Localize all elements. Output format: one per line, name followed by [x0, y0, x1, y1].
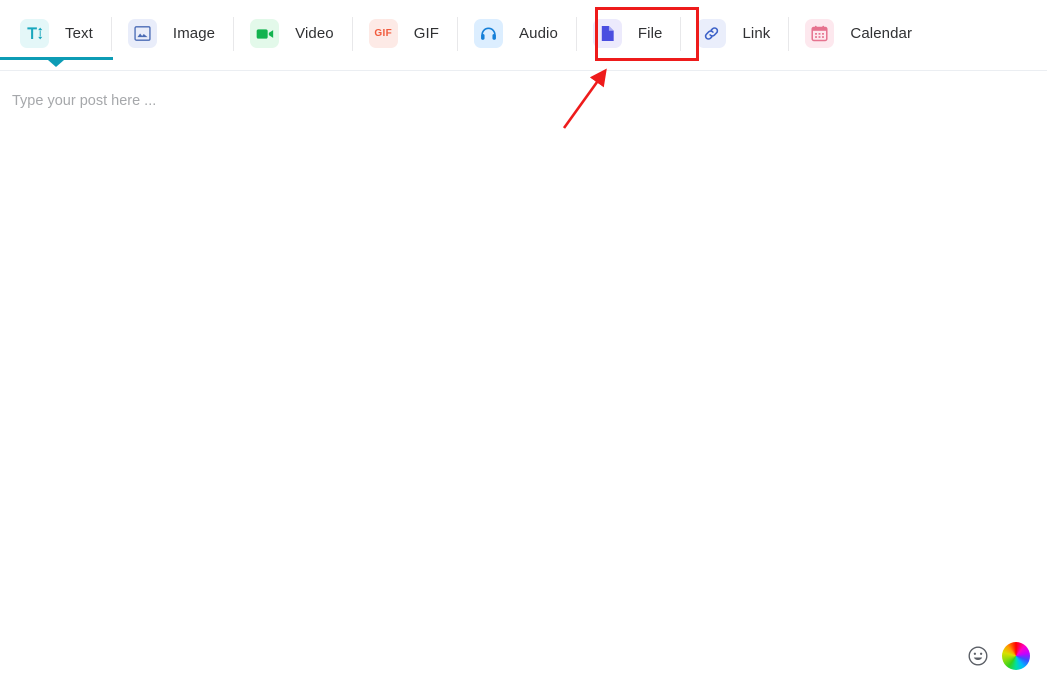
tab-calendar[interactable]: Calendar: [795, 11, 924, 57]
tab-video-label: Video: [295, 25, 334, 42]
tab-video[interactable]: Video: [240, 11, 346, 57]
toolbar-separator: [457, 16, 459, 51]
toolbar-separator: [233, 16, 235, 51]
tab-link-label: Link: [742, 25, 771, 42]
tab-text-label: Text: [65, 25, 93, 42]
tab-gif-label: GIF: [413, 25, 440, 42]
toolbar-separator: [575, 16, 577, 51]
toolbar-separator: [351, 16, 353, 51]
active-tab-caret: [48, 60, 64, 67]
tab-audio-label: Audio: [519, 25, 558, 42]
gif-icon: GIF: [368, 19, 398, 48]
post-editor-area[interactable]: Type your post here ...: [0, 71, 1047, 676]
content-type-toolbar: Text Image Video GIF GIF Audio File Link…: [0, 0, 1047, 71]
editor-bottom-controls: [967, 642, 1030, 670]
toolbar-separator: [680, 16, 682, 51]
tab-file-label: File: [637, 25, 663, 42]
post-editor-placeholder: Type your post here ...: [12, 93, 157, 109]
tab-file[interactable]: File: [583, 11, 675, 57]
file-document-icon: [592, 19, 622, 48]
tab-image[interactable]: Image: [118, 11, 227, 57]
tab-calendar-label: Calendar: [850, 25, 913, 42]
gif-icon-text: GIF: [374, 28, 392, 39]
video-camera-icon: [250, 19, 280, 48]
tab-gif[interactable]: GIF GIF: [359, 11, 451, 57]
toolbar-separator: [788, 16, 790, 51]
image-icon: [127, 19, 157, 48]
smiley-face-icon[interactable]: [967, 645, 989, 667]
tab-link[interactable]: Link: [687, 11, 782, 57]
calendar-icon: [805, 19, 835, 48]
toolbar-separator: [110, 16, 112, 51]
tab-audio[interactable]: Audio: [464, 11, 570, 57]
chain-link-icon: [697, 19, 727, 48]
tab-text[interactable]: Text: [10, 11, 105, 57]
tab-image-label: Image: [172, 25, 216, 42]
color-wheel-icon[interactable]: [1002, 642, 1030, 670]
headphones-icon: [474, 19, 504, 48]
text-format-icon: [20, 19, 49, 48]
